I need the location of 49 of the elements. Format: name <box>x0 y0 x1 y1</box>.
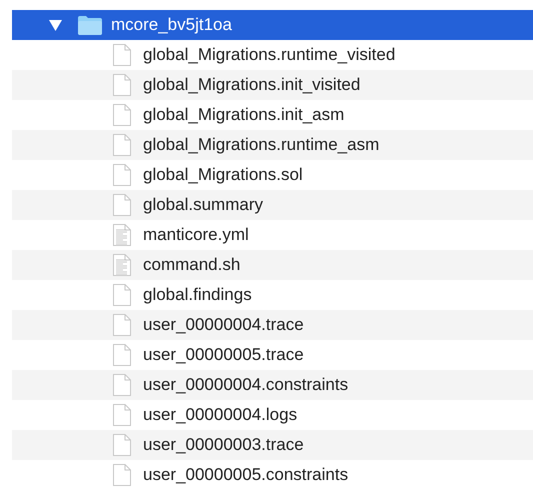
document-icon <box>113 134 131 156</box>
file-name: global_Migrations.sol <box>143 165 303 185</box>
text-document-icon <box>113 254 131 276</box>
file-name: global_Migrations.init_visited <box>143 75 360 95</box>
document-icon <box>113 374 131 396</box>
document-icon <box>113 44 131 66</box>
document-icon <box>113 404 131 426</box>
file-name: user_00000004.logs <box>143 405 298 425</box>
document-icon <box>113 344 131 366</box>
document-icon <box>113 314 131 336</box>
file-name: global.findings <box>143 285 252 305</box>
file-name: global_Migrations.runtime_asm <box>143 135 380 155</box>
document-icon <box>113 74 131 96</box>
file-row[interactable]: user_00000004.logs <box>12 400 533 430</box>
file-row[interactable]: user_00000004.constraints <box>12 370 533 400</box>
folder-row[interactable]: mcore_bv5jt1oa <box>12 10 533 40</box>
file-row[interactable]: global_Migrations.runtime_visited <box>12 40 533 70</box>
file-row[interactable]: global.summary <box>12 190 533 220</box>
file-row[interactable]: user_00000005.constraints <box>12 460 533 490</box>
file-row[interactable]: user_00000004.trace <box>12 310 533 340</box>
file-row[interactable]: manticore.yml <box>12 220 533 250</box>
file-name: global_Migrations.runtime_visited <box>143 45 396 65</box>
document-icon <box>113 194 131 216</box>
folder-icon <box>78 16 102 34</box>
file-name: user_00000003.trace <box>143 435 304 455</box>
file-row[interactable]: global_Migrations.sol <box>12 160 533 190</box>
file-name: command.sh <box>143 255 240 275</box>
file-name: global.summary <box>143 195 263 215</box>
file-row[interactable]: user_00000005.trace <box>12 340 533 370</box>
folder-name: mcore_bv5jt1oa <box>111 15 232 35</box>
document-icon <box>113 164 131 186</box>
document-icon <box>113 464 131 486</box>
document-icon <box>113 284 131 306</box>
file-row[interactable]: global.findings <box>12 280 533 310</box>
file-name: user_00000004.constraints <box>143 375 348 395</box>
text-document-icon <box>113 224 131 246</box>
file-row[interactable]: user_00000003.trace <box>12 430 533 460</box>
file-name: user_00000004.trace <box>143 315 304 335</box>
document-icon <box>113 104 131 126</box>
file-row[interactable]: global_Migrations.init_visited <box>12 70 533 100</box>
document-icon <box>113 434 131 456</box>
file-row[interactable]: command.sh <box>12 250 533 280</box>
file-name: user_00000005.trace <box>143 345 304 365</box>
file-name: user_00000005.constraints <box>143 465 348 485</box>
disclosure-triangle-icon[interactable] <box>49 20 62 30</box>
file-row[interactable]: global_Migrations.runtime_asm <box>12 130 533 160</box>
file-name: manticore.yml <box>143 225 249 245</box>
file-row[interactable]: global_Migrations.init_asm <box>12 100 533 130</box>
file-name: global_Migrations.init_asm <box>143 105 344 125</box>
